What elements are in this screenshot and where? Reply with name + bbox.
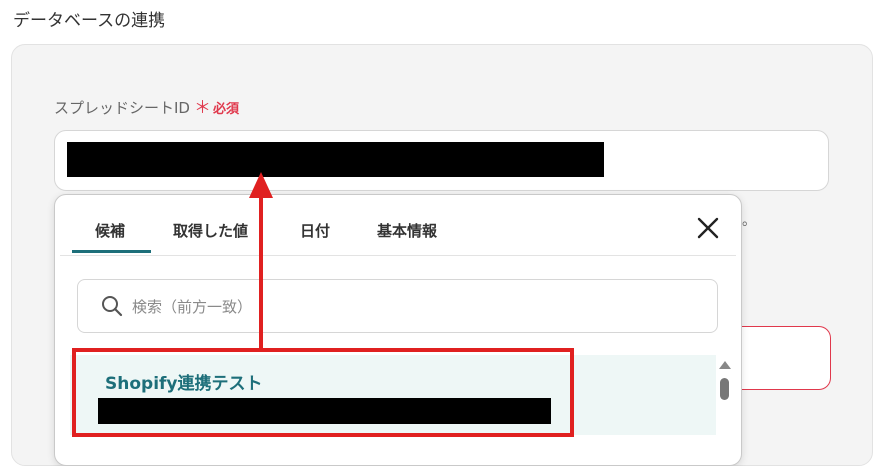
- annotation-arrow: [249, 172, 273, 350]
